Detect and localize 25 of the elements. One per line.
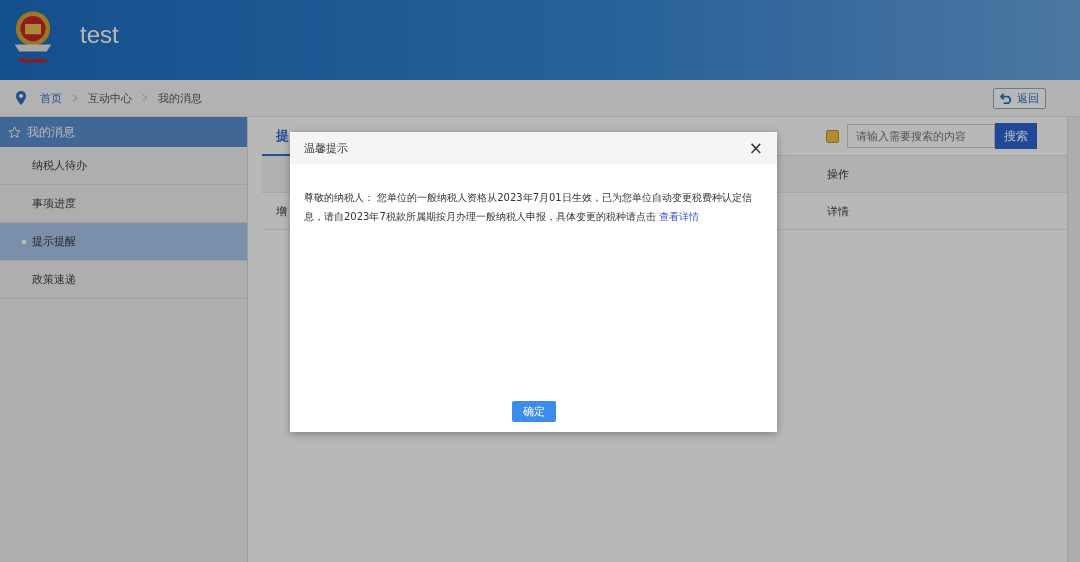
confirm-button[interactable]: 确定: [511, 401, 556, 422]
search-field[interactable]: 请输入需要搜索的内容: [847, 124, 995, 148]
view-details-link[interactable]: 查看详情: [659, 211, 699, 222]
breadcrumb-item[interactable]: 首页: [40, 90, 62, 106]
chevron-icon: [142, 94, 148, 102]
dialog-title: 温馨提示: [304, 140, 348, 156]
sidebar-item[interactable]: 提示提醒: [0, 223, 247, 261]
star-icon: [8, 125, 21, 139]
breadcrumb-item: 互动中心: [88, 90, 132, 106]
dialog-message: 尊敬的纳税人： 您单位的一般纳税人资格从2023年7月01日生效，已为您单位自动变更税费种认定信息，请自2023年7税款所属期按月办理一般纳税人申报，具体变更的税种请点击 查看详情: [304, 191, 753, 224]
column-header: 操作: [826, 166, 850, 182]
table-cell: 增: [276, 204, 287, 218]
chevron-icon: [72, 94, 78, 102]
sidebar-item[interactable]: 纳税人待办: [0, 147, 247, 185]
sidebar-title: 我的消息: [27, 123, 75, 141]
details-link[interactable]: 详情: [807, 203, 1067, 219]
close-button[interactable]: ×: [744, 138, 767, 158]
return-icon: [1000, 92, 1013, 104]
site-title: test: [80, 21, 119, 49]
location-pin-icon: [16, 91, 26, 105]
bullet-icon: [22, 239, 26, 244]
search-button[interactable]: 搜索: [995, 123, 1037, 149]
back-button[interactable]: 返回: [993, 87, 1046, 109]
breadcrumb-item: 我的消息: [158, 90, 202, 106]
sidebar-item[interactable]: 政策速递: [0, 261, 247, 299]
